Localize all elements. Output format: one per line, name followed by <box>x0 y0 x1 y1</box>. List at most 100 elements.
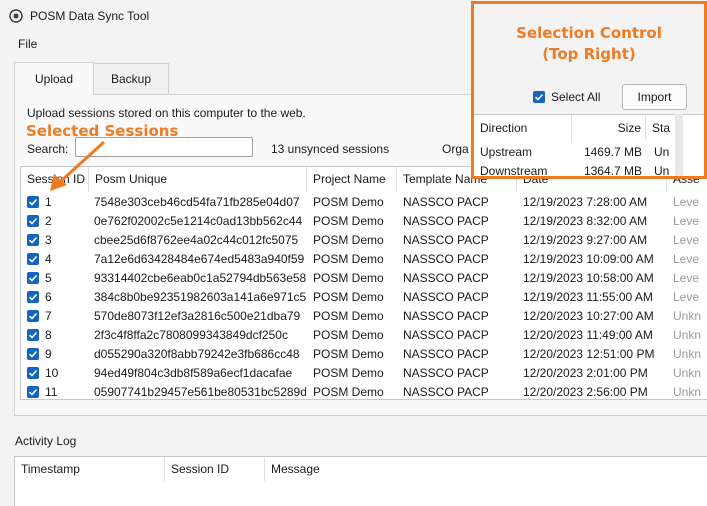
cell-project-name: POSM Demo <box>313 233 384 247</box>
cell-project-name: POSM Demo <box>313 309 384 323</box>
cell-date: 12/20/2023 2:01:00 PM <box>523 366 648 380</box>
row-checkbox[interactable] <box>27 272 39 284</box>
log-header-timestamp[interactable]: Timestamp <box>15 457 165 482</box>
cell-size: 1364.7 MB <box>583 164 642 178</box>
cell-posm-unique: 384c8b0be92351982603a141a6e971c5 <box>94 290 306 304</box>
annotation-arrow-icon <box>40 138 110 201</box>
cell-asset: Leve <box>673 252 700 266</box>
table-row[interactable]: 4 7a12e6d63428484e674ed5483a940f59 POSM De… <box>21 250 707 269</box>
cell-project-name: POSM Demo <box>313 366 384 380</box>
cell-posm-unique: 2f3c4f8ffa2c7808099343849dcf250c <box>94 328 288 342</box>
cell-date: 12/20/2023 12:51:00 PM <box>523 347 655 361</box>
row-checkbox[interactable] <box>27 196 39 208</box>
cell-date: 12/20/2023 2:56:00 PM <box>523 385 648 399</box>
cell-posm-unique: 0e762f02002c5e1214c0ad13bb562c44 <box>94 214 303 228</box>
direction-table: Direction Size Sta Upstream 1469.7 MB Un Do… <box>474 114 704 178</box>
cell-template-name: NASSCO PACP <box>403 366 489 380</box>
table-row[interactable]: 11 05907741b29457e561be80531bc5289d POSM D… <box>21 383 707 399</box>
row-checkbox[interactable] <box>27 329 39 341</box>
log-header-session-id[interactable]: Session ID <box>165 457 265 482</box>
menu-file[interactable]: File <box>16 36 39 52</box>
cell-direction: Downstream <box>480 164 548 178</box>
upload-description: Upload sessions stored on this computer … <box>27 106 306 120</box>
cell-posm-unique: 7a12e6d63428484e674ed5483a940f59 <box>94 252 305 266</box>
cell-template-name: NASSCO PACP <box>403 252 489 266</box>
select-all-checkbox[interactable] <box>533 91 545 103</box>
cell-posm-unique: cbee25d6f8762ee4a02c44c012fc5075 <box>94 233 299 247</box>
cell-template-name: NASSCO PACP <box>403 309 489 323</box>
cell-asset: Leve <box>673 214 700 228</box>
status-header[interactable]: Sta <box>646 115 676 141</box>
table-row[interactable]: 7 570de8073f12ef3a2816c500e21dba79 POSM De… <box>21 307 707 326</box>
row-checkbox[interactable] <box>27 215 39 227</box>
callout-title-line1: Selection Control <box>516 24 662 42</box>
row-checkbox[interactable] <box>27 367 39 379</box>
cell-asset: Leve <box>673 271 700 285</box>
cell-date: 12/19/2023 8:32:00 AM <box>523 214 648 228</box>
cell-project-name: POSM Demo <box>313 252 384 266</box>
cell-session-id: 11 <box>45 385 58 399</box>
cell-direction: Upstream <box>480 145 533 159</box>
cell-template-name: NASSCO PACP <box>403 328 489 342</box>
column-header-project-name[interactable]: Project Name <box>307 167 397 192</box>
cell-posm-unique: d055290a320f8abb79242e3fb686cc48 <box>94 347 300 361</box>
column-header-posm-unique[interactable]: Posm Unique <box>89 167 307 192</box>
log-header-message[interactable]: Message <box>265 457 465 482</box>
row-checkbox[interactable] <box>27 386 39 398</box>
app-icon <box>9 9 23 23</box>
cell-asset: Unkn <box>673 347 702 361</box>
sessions-table: Session ID Posm Unique Project Name Temp… <box>20 166 707 400</box>
cell-template-name: NASSCO PACP <box>403 347 489 361</box>
cell-asset: Unkn <box>673 385 702 399</box>
cell-session-id: 8 <box>45 328 52 342</box>
direction-row[interactable]: Upstream 1469.7 MB Un <box>474 143 674 162</box>
cell-project-name: POSM Demo <box>313 328 384 342</box>
tab-upload[interactable]: Upload <box>14 62 94 95</box>
direction-scrollbar[interactable] <box>675 114 683 176</box>
activity-log-title: Activity Log <box>15 434 77 448</box>
row-checkbox[interactable] <box>27 291 39 303</box>
row-checkbox[interactable] <box>27 348 39 360</box>
size-header[interactable]: Size <box>572 115 646 141</box>
row-checkbox[interactable] <box>27 253 39 265</box>
activity-log-table: Timestamp Session ID Message <box>14 456 707 506</box>
cell-session-id: 9 <box>45 347 52 361</box>
cell-posm-unique: 570de8073f12ef3a2816c500e21dba79 <box>94 309 301 323</box>
cell-template-name: NASSCO PACP <box>403 385 489 399</box>
cell-posm-unique: 94ed49f804c3db8f589a6ecf1dacafae <box>94 366 293 380</box>
cell-date: 12/19/2023 11:55:00 AM <box>523 290 653 304</box>
direction-row[interactable]: Downstream 1364.7 MB Un <box>474 162 674 178</box>
table-row[interactable]: 3 cbee25d6f8762ee4a02c44c012fc5075 POSM De… <box>21 231 707 250</box>
table-row[interactable]: 6 384c8b0be92351982603a141a6e971c5 POSM De… <box>21 288 707 307</box>
select-all-label[interactable]: Select All <box>551 90 600 104</box>
cell-status: Un <box>654 145 670 159</box>
row-checkbox[interactable] <box>27 310 39 322</box>
cell-posm-unique: 93314402cbe6eab0c1a52794db563e58 <box>94 271 306 285</box>
tab-backup[interactable]: Backup <box>93 63 169 94</box>
table-row[interactable]: 5 93314402cbe6eab0c1a52794db563e58 POSM De… <box>21 269 707 288</box>
direction-header[interactable]: Direction <box>474 115 572 141</box>
cell-session-id: 4 <box>45 252 52 266</box>
cell-date: 12/20/2023 10:27:00 AM <box>523 309 654 323</box>
cell-session-id: 3 <box>45 233 52 247</box>
cell-template-name: NASSCO PACP <box>403 271 489 285</box>
cell-date: 12/19/2023 10:09:00 AM <box>523 252 654 266</box>
table-row[interactable]: 9 d055290a320f8abb79242e3fb686cc48 POSM De… <box>21 345 707 364</box>
cell-asset: Leve <box>673 233 700 247</box>
cell-date: 12/19/2023 9:27:00 AM <box>523 233 648 247</box>
cell-asset: Unkn <box>673 309 702 323</box>
row-checkbox[interactable] <box>27 234 39 246</box>
cell-date: 12/20/2023 11:49:00 AM <box>523 328 653 342</box>
table-row[interactable]: 8 2f3c4f8ffa2c7808099343849dcf250c POSM De… <box>21 326 707 345</box>
cell-asset: Unkn <box>673 328 702 342</box>
table-row[interactable]: 10 94ed49f804c3db8f589a6ecf1dacafae POSM D… <box>21 364 707 383</box>
import-button[interactable]: Import <box>622 84 687 110</box>
table-row[interactable]: 1 7548e303ceb46cd54fa71fb285e04d07 POSM De… <box>21 193 707 212</box>
cell-session-id: 10 <box>45 366 59 380</box>
window-title: POSM Data Sync Tool <box>30 9 150 23</box>
selection-control-callout: Selection Control (Top Right) Select All… <box>471 1 707 179</box>
cell-template-name: NASSCO PACP <box>403 233 489 247</box>
cell-date: 12/19/2023 7:28:00 AM <box>523 195 648 209</box>
cell-asset: Leve <box>673 195 700 209</box>
table-row[interactable]: 2 0e762f02002c5e1214c0ad13bb562c44 POSM De… <box>21 212 707 231</box>
